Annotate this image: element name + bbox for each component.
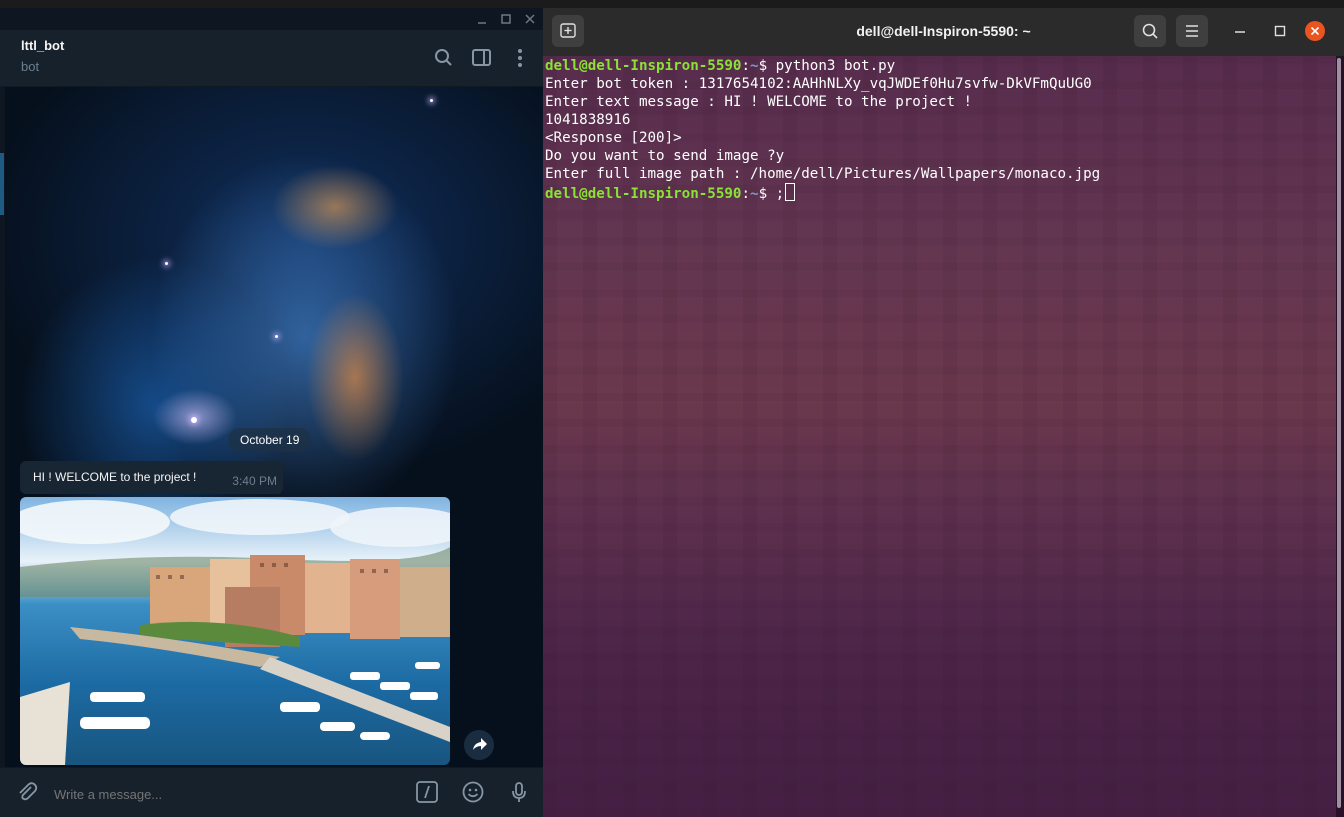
harbor-photo-illustration xyxy=(20,499,450,765)
prompt-path: ~ xyxy=(750,186,759,202)
message-composer xyxy=(0,767,543,817)
sidebar-toggle-icon[interactable] xyxy=(470,46,494,70)
message-text: HI ! WELCOME to the project ! xyxy=(33,470,197,484)
minimize-icon[interactable] xyxy=(473,10,491,28)
message-bubble[interactable]: HI ! WELCOME to the project ! 3:40 PM xyxy=(20,461,283,494)
terminal-window: dell@dell-Inspiron-5590: ~ dell@dell-Ins… xyxy=(543,8,1344,817)
prompt-path: ~ xyxy=(750,58,759,74)
menu-button[interactable] xyxy=(1176,15,1208,47)
search-icon[interactable] xyxy=(432,46,456,70)
terminal-line: dell@dell-Inspiron-5590:~$ ; xyxy=(545,183,796,203)
maximize-icon[interactable] xyxy=(1272,23,1288,39)
more-vert-icon[interactable] xyxy=(508,46,532,70)
search-icon xyxy=(1142,23,1158,39)
terminal-line: Enter bot token : 1317654102:AAHhNLXy_vq… xyxy=(545,76,1092,92)
terminal-command: $ python3 bot.py xyxy=(758,58,896,74)
attach-icon[interactable] xyxy=(15,780,39,804)
terminal-line: <Response [200]> xyxy=(545,130,682,146)
chat-background: October 19 HI ! WELCOME to the project !… xyxy=(5,87,543,767)
terminal-line: Do you want to send image ?y xyxy=(545,148,785,164)
star-decoration xyxy=(275,335,278,338)
message-time: 3:40 PM xyxy=(232,474,277,488)
terminal-line: dell@dell-Inspiron-5590:~$ python3 bot.p… xyxy=(545,58,896,74)
terminal-scrollbar[interactable] xyxy=(1337,58,1341,808)
terminal-titlebar: dell@dell-Inspiron-5590: ~ xyxy=(543,8,1344,57)
date-separator: October 19 xyxy=(228,428,312,452)
terminal-output[interactable]: dell@dell-Inspiron-5590:~$ python3 bot.p… xyxy=(543,56,1336,817)
star-decoration xyxy=(430,99,433,102)
telegram-window: lttl_bot bot October 19 HI ! WELCOME to … xyxy=(0,8,543,817)
share-icon xyxy=(473,738,487,750)
terminal-title: dell@dell-Inspiron-5590: ~ xyxy=(856,23,1031,39)
message-input[interactable] xyxy=(52,778,396,810)
close-icon xyxy=(1305,21,1325,41)
terminal-cursor xyxy=(785,183,796,201)
terminal-line: Enter full image path : /home/dell/Pictu… xyxy=(545,166,1101,182)
share-button[interactable] xyxy=(464,730,494,760)
terminal-command: $ ; xyxy=(758,186,785,202)
prompt-user: dell@dell-Inspiron-5590 xyxy=(545,58,742,74)
star-decoration xyxy=(165,262,168,265)
hamburger-menu-icon xyxy=(1186,25,1198,37)
chat-header[interactable]: lttl_bot bot xyxy=(0,30,543,87)
search-button[interactable] xyxy=(1134,15,1166,47)
chat-title: lttl_bot xyxy=(21,38,65,53)
active-folder-marker xyxy=(0,153,4,215)
message-photo[interactable] xyxy=(20,497,450,765)
microphone-icon[interactable] xyxy=(507,780,531,804)
close-button[interactable] xyxy=(1304,20,1326,42)
minimize-icon[interactable] xyxy=(1232,23,1248,39)
star-decoration xyxy=(191,417,197,423)
terminal-line: Enter text message : HI ! WELCOME to the… xyxy=(545,94,973,110)
telegram-titlebar xyxy=(0,8,543,30)
bot-command-icon[interactable] xyxy=(415,780,439,804)
terminal-line: 1041838916 xyxy=(545,112,631,128)
close-icon[interactable] xyxy=(521,10,539,28)
chat-status: bot xyxy=(21,59,40,74)
prompt-user: dell@dell-Inspiron-5590 xyxy=(545,186,742,202)
maximize-icon[interactable] xyxy=(497,10,515,28)
emoji-icon[interactable] xyxy=(461,780,485,804)
